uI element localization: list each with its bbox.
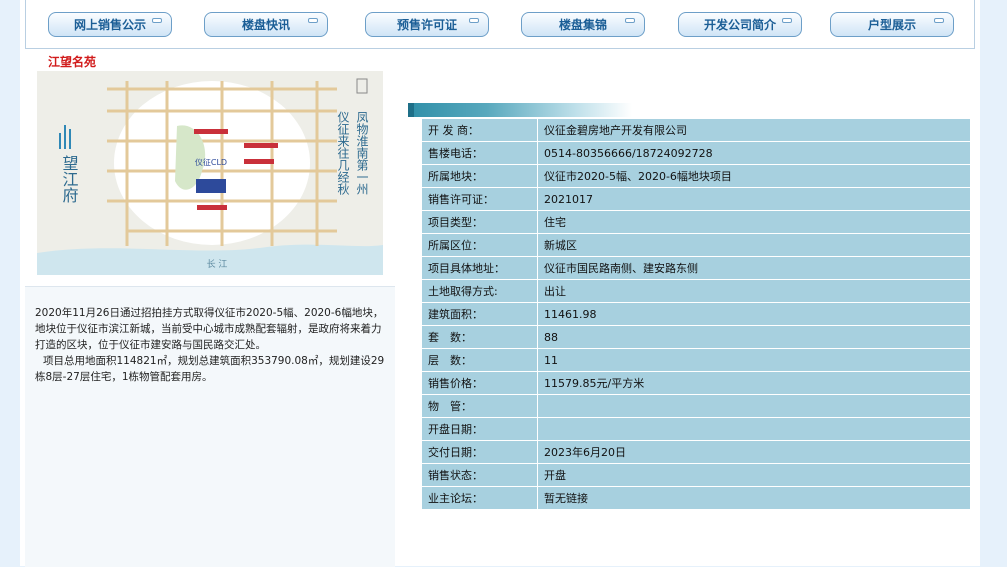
info-row: 套 数： 88 — [422, 326, 970, 348]
nav-floor-plan-button[interactable]: 户型展示 — [830, 12, 954, 37]
info-value: 新城区 — [538, 234, 970, 256]
page-container: 网上销售公示 楼盘快讯 预售许可证 楼盘集锦 开发公司简介 户型展示 江望名苑 — [20, 0, 980, 567]
info-label: 土地取得方式: — [422, 280, 538, 302]
info-label: 销售许可证： — [422, 188, 538, 210]
info-value: 住宅 — [538, 211, 970, 233]
info-value: 11 — [538, 349, 970, 371]
info-label: 层 数： — [422, 349, 538, 371]
map-slogan-right: 凤物淮南第一州 — [355, 111, 369, 195]
info-label: 物 管： — [422, 395, 538, 417]
info-value: 仪征市2020-5幅、2020-6幅地块项目 — [538, 165, 970, 187]
info-label: 销售状态： — [422, 464, 538, 486]
info-value — [538, 395, 970, 417]
description-paragraph: 2020年11月26日通过招拍挂方式取得仪征市2020-5幅、2020-6幅地块… — [35, 307, 384, 351]
info-row: 开盘日期： — [422, 418, 970, 440]
minus-icon — [308, 18, 318, 23]
nav-presale-permit-button[interactable]: 预售许可证 — [365, 12, 489, 37]
nav-label: 预售许可证 — [396, 18, 457, 32]
info-row: 交付日期： 2023年6月20日 — [422, 441, 970, 463]
info-row: 所属地块： 仪征市2020-5幅、2020-6幅地块项目 — [422, 165, 970, 187]
minus-icon — [934, 18, 944, 23]
minus-icon — [782, 18, 792, 23]
info-row: 所属区位： 新城区 — [422, 234, 970, 256]
info-label: 所属地块： — [422, 165, 538, 187]
info-value: 2021017 — [538, 188, 970, 210]
info-label: 业主论坛： — [422, 487, 538, 509]
info-row: 销售许可证： 2021017 — [422, 188, 970, 210]
location-map-svg: 仪征CLD 望江府 凤物淮南第一州 仪征来往几经秋 长 江 — [37, 71, 383, 275]
info-row: 项目具体地址： 仪征市国民路南侧、建安路东侧 — [422, 257, 970, 279]
info-label: 开盘日期： — [422, 418, 538, 440]
nav-developer-intro-button[interactable]: 开发公司简介 — [678, 12, 802, 37]
info-value: 2023年6月20日 — [538, 441, 970, 463]
project-info-table: 开 发 商： 仪征金碧房地产开发有限公司 售楼电话： 0514-80356666/18… — [422, 118, 970, 510]
info-value: 出让 — [538, 280, 970, 302]
info-row: 业主论坛： 暂无链接 — [422, 487, 970, 509]
info-value: 仪征金碧房地产开发有限公司 — [538, 119, 970, 141]
info-row: 售楼电话： 0514-80356666/18724092728 — [422, 142, 970, 164]
info-value: 11579.85元/平方米 — [538, 372, 970, 394]
map-center-label: 仪征CLD — [195, 157, 227, 167]
info-value: 仪征市国民路南侧、建安路东侧 — [538, 257, 970, 279]
info-value: 88 — [538, 326, 970, 348]
info-row: 层 数： 11 — [422, 349, 970, 371]
info-value — [538, 418, 970, 440]
info-row: 建筑面积： 11461.98 — [422, 303, 970, 325]
map-slogan-left: 仪征来往几经秋 — [336, 111, 350, 196]
nav-label: 楼盘集锦 — [558, 18, 607, 32]
description-paragraph: 项目总用地面积114821㎡，规划总建筑面积353790.08㎡，规划建设29栋… — [35, 355, 385, 383]
info-row: 销售状态： 开盘 — [422, 464, 970, 486]
minus-icon — [625, 18, 635, 23]
nav-bar: 网上销售公示 楼盘快讯 预售许可证 楼盘集锦 开发公司简介 户型展示 — [25, 0, 975, 49]
info-row: 开 发 商： 仪征金碧房地产开发有限公司 — [422, 119, 970, 141]
info-value: 暂无链接 — [538, 487, 970, 509]
nav-label: 开发公司简介 — [703, 18, 776, 32]
map-river-label: 长 江 — [207, 258, 228, 270]
info-header-bar — [408, 103, 632, 117]
location-map-image[interactable]: 仪征CLD 望江府 凤物淮南第一州 仪征来往几经秋 长 江 — [37, 71, 383, 275]
minus-icon — [152, 18, 162, 23]
info-label: 项目具体地址： — [422, 257, 538, 279]
info-row: 项目类型： 住宅 — [422, 211, 970, 233]
info-label: 售楼电话： — [422, 142, 538, 164]
info-label: 项目类型： — [422, 211, 538, 233]
nav-label: 网上销售公示 — [73, 18, 146, 32]
info-value: 0514-80356666/18724092728 — [538, 142, 970, 164]
minus-icon — [469, 18, 479, 23]
info-label: 建筑面积： — [422, 303, 538, 325]
map-logo-text: 望江府 — [60, 155, 79, 204]
nav-news-button[interactable]: 楼盘快讯 — [204, 12, 328, 37]
info-row: 销售价格： 11579.85元/平方米 — [422, 372, 970, 394]
project-title: 江望名苑 — [48, 55, 97, 69]
info-row: 物 管： — [422, 395, 970, 417]
project-description: 2020年11月26日通过招拍挂方式取得仪征市2020-5幅、2020-6幅地块… — [25, 286, 395, 567]
info-label: 开 发 商： — [422, 119, 538, 141]
info-row: 土地取得方式: 出让 — [422, 280, 970, 302]
nav-label: 户型展示 — [867, 18, 916, 32]
info-label: 所属区位： — [422, 234, 538, 256]
info-label: 套 数： — [422, 326, 538, 348]
info-value: 开盘 — [538, 464, 970, 486]
nav-gallery-button[interactable]: 楼盘集锦 — [521, 12, 645, 37]
nav-online-sales-button[interactable]: 网上销售公示 — [48, 12, 172, 37]
info-value: 11461.98 — [538, 303, 970, 325]
nav-label: 楼盘快讯 — [241, 18, 290, 32]
info-label: 交付日期： — [422, 441, 538, 463]
info-label: 销售价格： — [422, 372, 538, 394]
